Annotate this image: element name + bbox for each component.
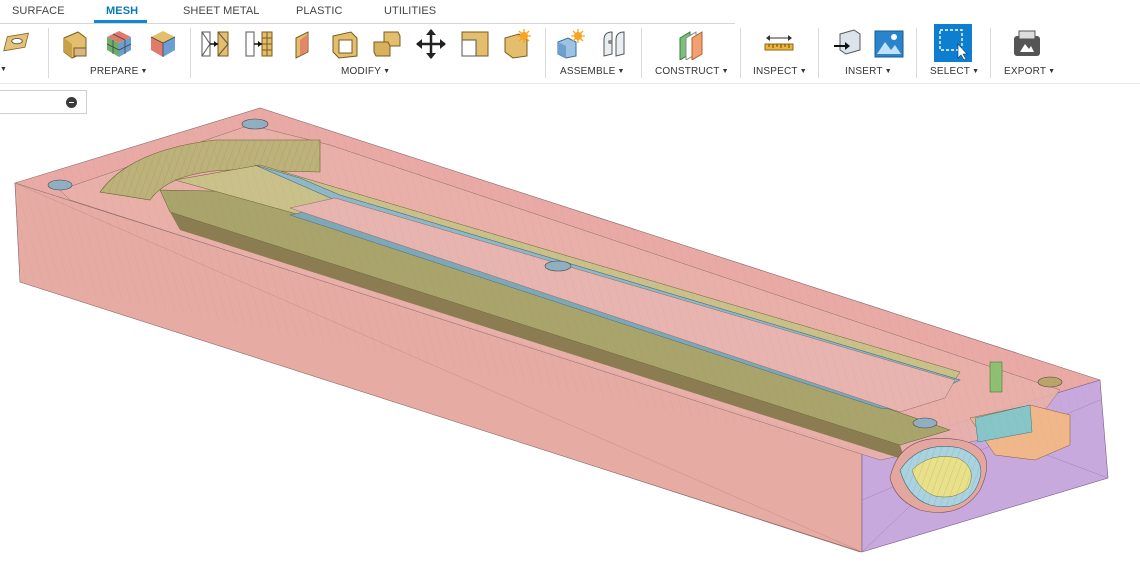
active-tab-indicator: [94, 20, 147, 23]
select-window-icon[interactable]: [934, 24, 972, 62]
tab-plastic[interactable]: PLASTIC: [296, 5, 343, 17]
reverse-normal-icon[interactable]: [502, 28, 532, 60]
inspect-menu[interactable]: INSPECT ▼: [753, 66, 807, 77]
tab-sheet-metal[interactable]: SHEET METAL: [183, 5, 260, 17]
insert-mesh-icon[interactable]: [832, 28, 862, 60]
mesh-model[interactable]: [0, 85, 1140, 568]
assemble-menu[interactable]: ASSEMBLE ▼: [560, 66, 625, 77]
toolbar-separator: [916, 28, 917, 78]
insert-image-icon[interactable]: [874, 28, 904, 60]
construct-menu[interactable]: CONSTRUCT ▼: [655, 66, 729, 77]
measure-icon[interactable]: [764, 28, 794, 60]
toolbar-separator: [190, 28, 191, 78]
toolbar-separator: [545, 28, 546, 78]
toolbar-separator: [48, 28, 49, 78]
tab-surface[interactable]: SURFACE: [12, 5, 65, 17]
face-groups-icon[interactable]: [148, 28, 178, 60]
tab-utilities[interactable]: UTILITIES: [384, 5, 436, 17]
workspace-tabs: SURFACE MESH SHEET METAL PLASTIC UTILITI…: [0, 0, 735, 24]
remesh-icon[interactable]: [244, 28, 274, 60]
export-icon[interactable]: [1012, 28, 1042, 60]
mesh-toolbar: ▼ PREPARE ▼ MODIFY ▼ ASSEMBLE ▼ CONSTRUC…: [0, 24, 1140, 84]
create-dropdown-caret[interactable]: ▼: [0, 66, 7, 73]
shell-icon[interactable]: [330, 28, 360, 60]
split-triangles-icon[interactable]: [200, 28, 230, 60]
combine-icon[interactable]: [372, 28, 402, 60]
colored-faces-icon[interactable]: [104, 28, 134, 60]
3d-viewport[interactable]: [0, 85, 1140, 568]
cube-mesh-icon[interactable]: [60, 28, 90, 60]
select-menu[interactable]: SELECT ▼: [930, 66, 979, 77]
move-icon[interactable]: [416, 28, 446, 60]
joint-icon[interactable]: [600, 28, 630, 60]
offset-plane-icon[interactable]: [676, 28, 706, 60]
modify-menu[interactable]: MODIFY ▼: [341, 66, 390, 77]
toolbar-separator: [641, 28, 642, 78]
toolbar-separator: [740, 28, 741, 78]
toolbar-separator: [818, 28, 819, 78]
export-menu[interactable]: EXPORT ▼: [1004, 66, 1055, 77]
create-mesh-icon[interactable]: [2, 26, 36, 58]
insert-menu[interactable]: INSERT ▼: [845, 66, 892, 77]
new-component-icon[interactable]: [556, 28, 586, 60]
fold-face-icon[interactable]: [290, 28, 320, 60]
plane-cut-icon[interactable]: [460, 28, 490, 60]
fusion-mesh-workspace: SURFACE MESH SHEET METAL PLASTIC UTILITI…: [0, 0, 1140, 568]
tab-mesh[interactable]: MESH: [106, 5, 138, 17]
prepare-menu[interactable]: PREPARE ▼: [90, 66, 148, 77]
toolbar-separator: [990, 28, 991, 78]
